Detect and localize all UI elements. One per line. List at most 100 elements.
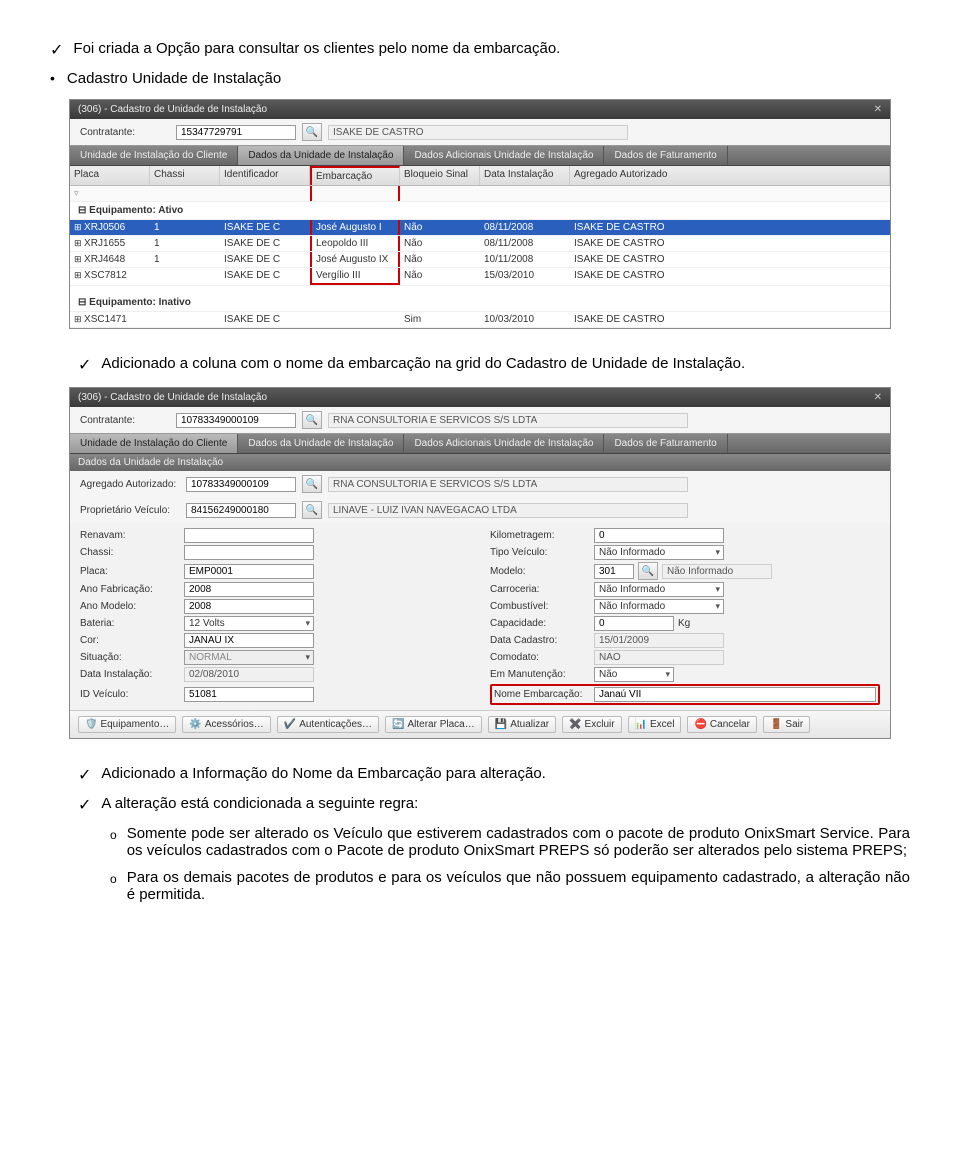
circle-bullet-icon: o — [110, 828, 117, 842]
search-icon[interactable]: 🔍 — [302, 411, 322, 429]
tab-dados-adicionais[interactable]: Dados Adicionais Unidade de Instalação — [404, 146, 604, 165]
doc-text: Adicionado a Informação do Nome da Embar… — [101, 765, 545, 782]
doc-line-5: ✓ A alteração está condicionada a seguin… — [78, 795, 910, 815]
chassi-label: Chassi: — [80, 547, 180, 558]
screenshot-cadastro-grid: (306) - Cadastro de Unidade de Instalaçã… — [69, 99, 891, 329]
agregado-label: Agregado Autorizado: — [80, 479, 180, 490]
agregado-input[interactable] — [186, 477, 296, 492]
col-bloqueio[interactable]: Bloqueio Sinal — [400, 166, 480, 185]
tab-dados-unidade[interactable]: Dados da Unidade de Instalação — [238, 146, 404, 165]
group-inativo[interactable]: Equipamento: Inativo — [70, 294, 890, 312]
refresh-icon: 🔄 — [392, 719, 404, 730]
sair-button[interactable]: 🚪Sair — [763, 716, 810, 733]
tab-unidade-cliente[interactable]: Unidade de Instalação do Cliente — [70, 434, 238, 453]
combust-select[interactable]: Não Informado — [594, 599, 724, 614]
search-icon[interactable]: 🔍 — [302, 501, 322, 519]
table-row[interactable]: XRJ4648 1 ISAKE DE C José Augusto IX Não… — [70, 252, 890, 268]
carroceria-select[interactable]: Não Informado — [594, 582, 724, 597]
table-row[interactable]: XSC7812 ISAKE DE C Vergílio III Não 15/0… — [70, 268, 890, 286]
table-row[interactable]: XRJ1655 1 ISAKE DE C Leopoldo III Não 08… — [70, 236, 890, 252]
contratante-input[interactable] — [176, 413, 296, 428]
tabs-bar: Unidade de Instalação do Cliente Dados d… — [70, 433, 890, 454]
excluir-button[interactable]: ✖️Excluir — [562, 716, 621, 733]
window-titlebar: (306) - Cadastro de Unidade de Instalaçã… — [70, 100, 890, 119]
acessorios-button[interactable]: ⚙️Acessórios… — [182, 716, 270, 733]
chassi-input[interactable] — [184, 545, 314, 560]
proprietario-input[interactable] — [186, 503, 296, 518]
combust-label: Combustível: — [490, 601, 590, 612]
nomeembarc-label: Nome Embarcação: — [494, 689, 590, 700]
manut-select[interactable]: Não — [594, 667, 674, 682]
cor-label: Cor: — [80, 635, 180, 646]
idveic-label: ID Veículo: — [80, 689, 180, 700]
delete-icon: ✖️ — [569, 719, 581, 730]
contratante-label: Contratante: — [80, 127, 170, 138]
tipoveic-select[interactable]: Não Informado — [594, 545, 724, 560]
toolbar: 🛡️Equipamento… ⚙️Acessórios… ✔️Autentica… — [70, 710, 890, 738]
km-input[interactable] — [594, 528, 724, 543]
window-title: (306) - Cadastro de Unidade de Instalaçã… — [78, 392, 267, 403]
tab-faturamento[interactable]: Dados de Faturamento — [604, 434, 727, 453]
nomeembarc-input[interactable] — [594, 687, 876, 702]
col-chassi[interactable]: Chassi — [150, 166, 220, 185]
circle-bullet-icon: o — [110, 872, 117, 886]
group-ativo[interactable]: Equipamento: Ativo — [70, 202, 890, 220]
alterar-placa-button[interactable]: 🔄Alterar Placa… — [385, 716, 482, 733]
bullet-icon: • — [50, 70, 55, 86]
close-icon[interactable]: ✕ — [874, 392, 882, 403]
grid-header: Placa Chassi Identificador Embarcação Bl… — [70, 166, 890, 186]
placa-input[interactable] — [184, 564, 314, 579]
doc-line-4: ✓ Adicionado a Informação do Nome da Emb… — [78, 765, 910, 785]
proprietario-label: Proprietário Veículo: — [80, 505, 180, 516]
doc-sub-1: o Somente pode ser alterado os Veículo q… — [110, 825, 910, 859]
cancel-icon: ⛔ — [694, 719, 706, 730]
datacad-input — [594, 633, 724, 648]
search-icon[interactable]: 🔍 — [302, 123, 322, 141]
contratante-input[interactable] — [176, 125, 296, 140]
table-row[interactable]: XSC1471 ISAKE DE C Sim 10/03/2010 ISAKE … — [70, 312, 890, 328]
datainst-label: Data Instalação: — [80, 669, 180, 680]
capac-unit: Kg — [678, 618, 690, 629]
equipamento-button[interactable]: 🛡️Equipamento… — [78, 716, 176, 733]
renavam-input[interactable] — [184, 528, 314, 543]
situacao-label: Situação: — [80, 652, 180, 663]
modelo-label: Modelo: — [490, 566, 590, 577]
nome-embarcacao-highlight: Nome Embarcação: — [490, 684, 880, 705]
excel-button[interactable]: 📊Excel — [628, 716, 682, 733]
table-row[interactable]: XRJ0506 1 ISAKE DE C José Augusto I Não … — [70, 220, 890, 236]
anofab-input[interactable] — [184, 582, 314, 597]
atualizar-button[interactable]: 💾Atualizar — [488, 716, 556, 733]
bateria-select[interactable]: 12 Volts — [184, 616, 314, 631]
col-placa[interactable]: Placa — [70, 166, 150, 185]
renavam-label: Renavam: — [80, 530, 180, 541]
cor-input[interactable] — [184, 633, 314, 648]
km-label: Kilometragem: — [490, 530, 590, 541]
tab-unidade-cliente[interactable]: Unidade de Instalação do Cliente — [70, 146, 238, 165]
close-icon[interactable]: ✕ — [874, 104, 882, 115]
exit-icon: 🚪 — [770, 719, 782, 730]
contratante-name — [328, 125, 628, 140]
cancelar-button[interactable]: ⛔Cancelar — [687, 716, 756, 733]
check-icon: ✔️ — [284, 719, 296, 730]
col-embarcacao[interactable]: Embarcação — [310, 166, 400, 185]
col-identificador[interactable]: Identificador — [220, 166, 310, 185]
col-agregado[interactable]: Agregado Autorizado — [570, 166, 890, 185]
tab-dados-unidade[interactable]: Dados da Unidade de Instalação — [238, 434, 404, 453]
contratante-label: Contratante: — [80, 415, 170, 426]
search-icon[interactable]: 🔍 — [302, 475, 322, 493]
autenticacoes-button[interactable]: ✔️Autenticações… — [277, 716, 379, 733]
situacao-select: NORMAL — [184, 650, 314, 665]
placa-label: Placa: — [80, 566, 180, 577]
col-data-instalacao[interactable]: Data Instalação — [480, 166, 570, 185]
doc-line-2: • Cadastro Unidade de Instalação — [50, 70, 910, 87]
section-subtitle: Dados da Unidade de Instalação — [70, 454, 890, 471]
tab-faturamento[interactable]: Dados de Faturamento — [604, 146, 727, 165]
modelo-input[interactable] — [594, 564, 634, 579]
idveic-input[interactable] — [184, 687, 314, 702]
anomod-input[interactable] — [184, 599, 314, 614]
excel-icon: 📊 — [635, 719, 647, 730]
comodato-input — [594, 650, 724, 665]
search-icon[interactable]: 🔍 — [638, 562, 658, 580]
tab-dados-adicionais[interactable]: Dados Adicionais Unidade de Instalação — [404, 434, 604, 453]
capac-input[interactable] — [594, 616, 674, 631]
